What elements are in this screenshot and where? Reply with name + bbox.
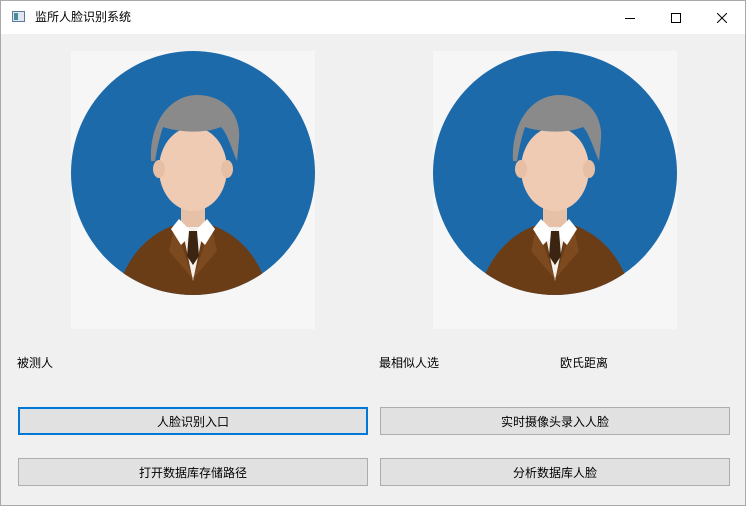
window-title: 监所人脸识别系统 <box>35 10 132 24</box>
close-button[interactable] <box>699 1 745 34</box>
main-window: 监所人脸识别系统 被测人 最相似人选 欧氏距离 人脸识别入口 实时摄像头录入人脸… <box>0 0 746 506</box>
most-similar-label: 最相似人选 <box>379 356 440 370</box>
realtime-camera-enroll-button[interactable]: 实时摄像头录入人脸 <box>380 407 730 435</box>
default-person-avatar-icon <box>71 51 315 295</box>
maximize-button[interactable] <box>653 1 699 34</box>
default-person-avatar-icon <box>433 51 677 295</box>
open-database-path-button[interactable]: 打开数据库存储路径 <box>18 458 368 486</box>
title-bar[interactable]: 监所人脸识别系统 <box>1 1 745 34</box>
minimize-button[interactable] <box>607 1 653 34</box>
euclidean-distance-label: 欧氏距离 <box>560 356 609 370</box>
most-similar-photo <box>433 51 677 329</box>
tested-person-photo <box>71 51 315 329</box>
maximize-icon <box>671 12 681 23</box>
face-recognition-entry-button[interactable]: 人脸识别入口 <box>18 407 368 435</box>
close-icon <box>717 12 727 23</box>
app-window-icon <box>12 11 25 22</box>
tested-person-label: 被测人 <box>17 356 54 370</box>
analyze-database-faces-button[interactable]: 分析数据库人脸 <box>380 458 730 486</box>
minimize-icon <box>625 17 635 19</box>
